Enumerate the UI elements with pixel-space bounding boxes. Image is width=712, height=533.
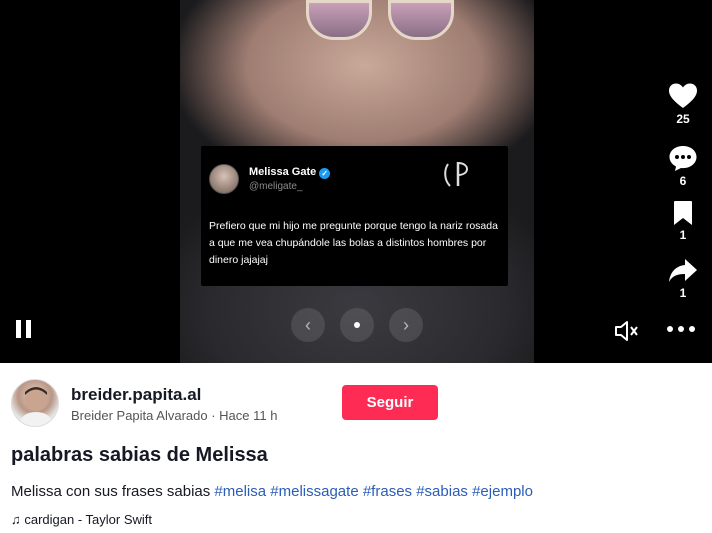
display-name: Breider Papita Alvarado <box>71 408 208 423</box>
like-count: 25 <box>676 112 690 126</box>
save-count: 1 <box>679 228 687 242</box>
tweet-avatar <box>209 164 239 194</box>
verified-icon: ✓ <box>319 168 331 179</box>
tweet-overlay: Melissa Gate ✓ @meligate_ Prefiero que mi… <box>201 146 508 286</box>
tweet-author-name: Melissa Gate ✓ <box>249 166 331 179</box>
carousel-prev-button[interactable]: ‹ <box>291 308 325 342</box>
share-button[interactable]: 1 <box>660 258 706 300</box>
author-subline: Breider Papita Alvarado · Hace 11 h <box>71 408 277 423</box>
separator: · <box>207 408 220 423</box>
like-button[interactable]: 25 <box>660 82 706 126</box>
tweet-text: Prefiero que mi hijo me pregunte porque … <box>209 220 498 266</box>
save-button[interactable]: 1 <box>660 200 706 242</box>
hashtag-link[interactable]: #ejemplo <box>472 483 533 500</box>
comment-count: 6 <box>679 174 687 188</box>
avatar[interactable] <box>11 379 59 427</box>
more-icon[interactable] <box>667 326 699 334</box>
hashtag-link[interactable]: #melissagate <box>270 483 358 500</box>
watermark-logo <box>442 158 478 190</box>
carousel-next-button[interactable]: › <box>389 308 423 342</box>
hashtag-link[interactable]: #sabias <box>416 483 468 500</box>
carousel-indicator <box>340 308 374 342</box>
hashtag-link[interactable]: #frases <box>363 483 412 500</box>
music-link[interactable]: ♫ cardigan - Taylor Swift <box>11 512 152 527</box>
post-time: Hace 11 h <box>219 408 278 423</box>
share-count: 1 <box>679 286 687 300</box>
post-title: palabras sabias de Melissa <box>11 444 268 466</box>
music-note-icon: ♫ <box>11 512 21 527</box>
tweet-handle: @meligate_ <box>249 181 303 192</box>
follow-button[interactable]: Seguir <box>342 385 438 420</box>
post-info: breider.papita.al Breider Papita Alvarad… <box>0 363 712 533</box>
description-text: Melissa con sus frases sabias <box>11 483 211 500</box>
post-description: Melissa con sus frases sabias #melisa #m… <box>11 483 533 500</box>
volume-icon[interactable] <box>614 320 640 342</box>
pause-icon[interactable] <box>14 320 34 338</box>
music-title: cardigan - Taylor Swift <box>24 512 153 527</box>
hashtag-link[interactable]: #melisa <box>214 483 266 500</box>
comment-icon <box>669 146 697 171</box>
video-content-image <box>306 0 456 42</box>
heart-icon <box>669 83 697 108</box>
comment-button[interactable]: 6 <box>660 144 706 188</box>
share-icon <box>669 259 697 282</box>
bookmark-icon <box>674 201 692 225</box>
video-player[interactable]: Melissa Gate ✓ @meligate_ Prefiero que mi… <box>0 0 712 363</box>
username[interactable]: breider.papita.al <box>71 385 201 405</box>
